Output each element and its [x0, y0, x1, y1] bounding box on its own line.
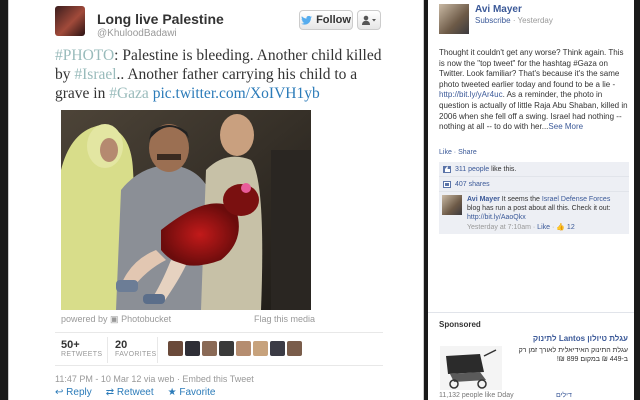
- powered-by: powered by ▣ Photobucket: [61, 314, 171, 325]
- retweeter-faces: [168, 341, 302, 356]
- retweeter-avatar[interactable]: [253, 341, 268, 356]
- user-icon: [362, 15, 376, 25]
- retweeter-avatar[interactable]: [185, 341, 200, 356]
- comment-likes-count[interactable]: 12: [567, 224, 575, 231]
- likes-row: 311 people like this.: [439, 162, 629, 177]
- share-icon: [443, 181, 451, 188]
- share-link[interactable]: Share: [458, 149, 477, 156]
- reply-action[interactable]: ↩ Reply: [55, 387, 92, 398]
- hashtag-israel[interactable]: #Israel: [74, 66, 116, 83]
- shares-count[interactable]: 407 shares: [455, 181, 490, 188]
- retweeter-avatar[interactable]: [236, 341, 251, 356]
- fb-post-body: Thought it couldn't get any worse? Think…: [439, 48, 629, 133]
- fb-body-text: Thought it couldn't get any worse? Think…: [439, 48, 624, 89]
- powered-by-label: powered by: [61, 314, 108, 324]
- retweets-count: 50+: [61, 339, 80, 351]
- favorite-action[interactable]: ★ Favorite: [168, 387, 216, 398]
- like-share-bar: Like · Share: [439, 149, 477, 156]
- tweet-panel: Long live Palestine @KhuloodBadawi Follo…: [8, 0, 424, 400]
- comment-time[interactable]: Yesterday at 7:10am ·: [467, 224, 537, 231]
- fb-author-name[interactable]: Avi Mayer: [475, 4, 522, 15]
- retweeter-avatar[interactable]: [202, 341, 217, 356]
- ad-page-link[interactable]: דילים: [556, 392, 572, 399]
- author-name[interactable]: Long live Palestine: [97, 11, 224, 27]
- twitter-bird-icon: [301, 15, 313, 25]
- photobucket-icon: ▣: [110, 314, 119, 324]
- like-link[interactable]: Like: [439, 149, 452, 156]
- tweet-timestamp[interactable]: 11:47 PM - 10 Mar 12 via web · Embed thi…: [55, 374, 254, 384]
- fb-link-1[interactable]: http://bit.ly/yAr4uc: [439, 90, 503, 99]
- likes-count[interactable]: 311 people: [455, 166, 489, 173]
- photo-service[interactable]: Photobucket: [121, 314, 171, 324]
- tweet-actions: ↩ Reply ⇄ Retweet ★ Favorite: [55, 387, 215, 398]
- photo-image: [61, 110, 311, 310]
- ad-text: עגלת התינוק האידיאלית לאורך זמן רק ב-449…: [518, 347, 628, 363]
- user-actions-button[interactable]: [357, 10, 381, 30]
- shares-row: 407 shares: [439, 177, 629, 192]
- fb-comment: Avi Mayer It seems the Israel Defense Fo…: [439, 192, 629, 234]
- retweeter-avatar[interactable]: [219, 341, 234, 356]
- comment-text-part: It seems the: [499, 196, 542, 203]
- reply-label: Reply: [66, 387, 92, 398]
- tweet-text: #PHOTO: Palestine is bleeding. Another c…: [55, 46, 395, 103]
- like-count-icon: 👍: [556, 224, 565, 231]
- retweeter-avatar[interactable]: [287, 341, 302, 356]
- fb-author-avatar[interactable]: [439, 4, 469, 34]
- favorites-count: 20: [115, 339, 128, 351]
- hashtag-gaza[interactable]: #Gaza: [109, 85, 149, 102]
- retweet-label: Retweet: [116, 387, 154, 398]
- favorite-label: Favorite: [179, 387, 216, 398]
- stroller-image: [440, 346, 502, 390]
- likes-suffix: like this.: [489, 166, 517, 173]
- fb-feedback-box: 311 people like this. 407 shares Avi May…: [439, 162, 629, 234]
- author-avatar[interactable]: [55, 6, 85, 36]
- ad-title[interactable]: עגלת טיולון Lantos לתינוק: [488, 334, 628, 343]
- tweet-header: Long live Palestine @KhuloodBadawi Follo…: [9, 0, 423, 44]
- fb-post-time[interactable]: · Yesterday: [513, 16, 553, 25]
- subscribe-link[interactable]: Subscribe: [475, 16, 511, 25]
- thumbs-up-icon: [443, 166, 451, 173]
- ad-likes: 11,132 people like Dday: [439, 392, 514, 399]
- comment-like-link[interactable]: Like: [537, 224, 550, 231]
- retweets-label: RETWEETS: [61, 351, 103, 358]
- stat-divider: [107, 337, 108, 363]
- sponsored-heading: Sponsored: [439, 320, 481, 329]
- favorites-stat[interactable]: 20 FAVORITES: [115, 339, 156, 358]
- comment-footer: Yesterday at 7:10am · Like · 👍 12: [467, 224, 575, 231]
- author-handle[interactable]: @KhuloodBadawi: [97, 28, 177, 39]
- stat-divider: [157, 337, 158, 363]
- see-more-link[interactable]: See More: [548, 122, 583, 131]
- comment-text: Avi Mayer It seems the Israel Defense Fo…: [467, 195, 625, 222]
- flag-media-link[interactable]: Flag this media: [254, 314, 315, 324]
- divider: [428, 312, 634, 313]
- tweet-photo[interactable]: [61, 110, 311, 310]
- comment-author[interactable]: Avi Mayer: [467, 196, 500, 203]
- favorites-label: FAVORITES: [115, 351, 157, 358]
- retweets-stat[interactable]: 50+ RETWEETS: [61, 339, 102, 358]
- fb-subline: Subscribe · Yesterday: [475, 16, 553, 25]
- comment-link[interactable]: http://bit.ly/AaoQkx: [467, 214, 526, 221]
- ad-image[interactable]: [440, 346, 502, 390]
- tweet-stats: 50+ RETWEETS 20 FAVORITES: [55, 332, 383, 366]
- retweeter-avatar[interactable]: [168, 341, 183, 356]
- retweet-action[interactable]: ⇄ Retweet: [106, 387, 154, 398]
- follow-button[interactable]: Follow: [299, 10, 353, 30]
- hashtag-photo[interactable]: #PHOTO: [55, 47, 114, 64]
- pic-link[interactable]: pic.twitter.com/XoIVH1yb: [149, 85, 320, 102]
- comment-text-part: blog has run a post about all this. Chec…: [467, 205, 611, 212]
- idf-link[interactable]: Israel Defense Forces: [542, 196, 610, 203]
- follow-label: Follow: [316, 14, 351, 26]
- retweeter-avatar[interactable]: [270, 341, 285, 356]
- facebook-panel: Avi Mayer Subscribe · Yesterday Thought …: [428, 0, 634, 400]
- comment-avatar[interactable]: [442, 195, 462, 215]
